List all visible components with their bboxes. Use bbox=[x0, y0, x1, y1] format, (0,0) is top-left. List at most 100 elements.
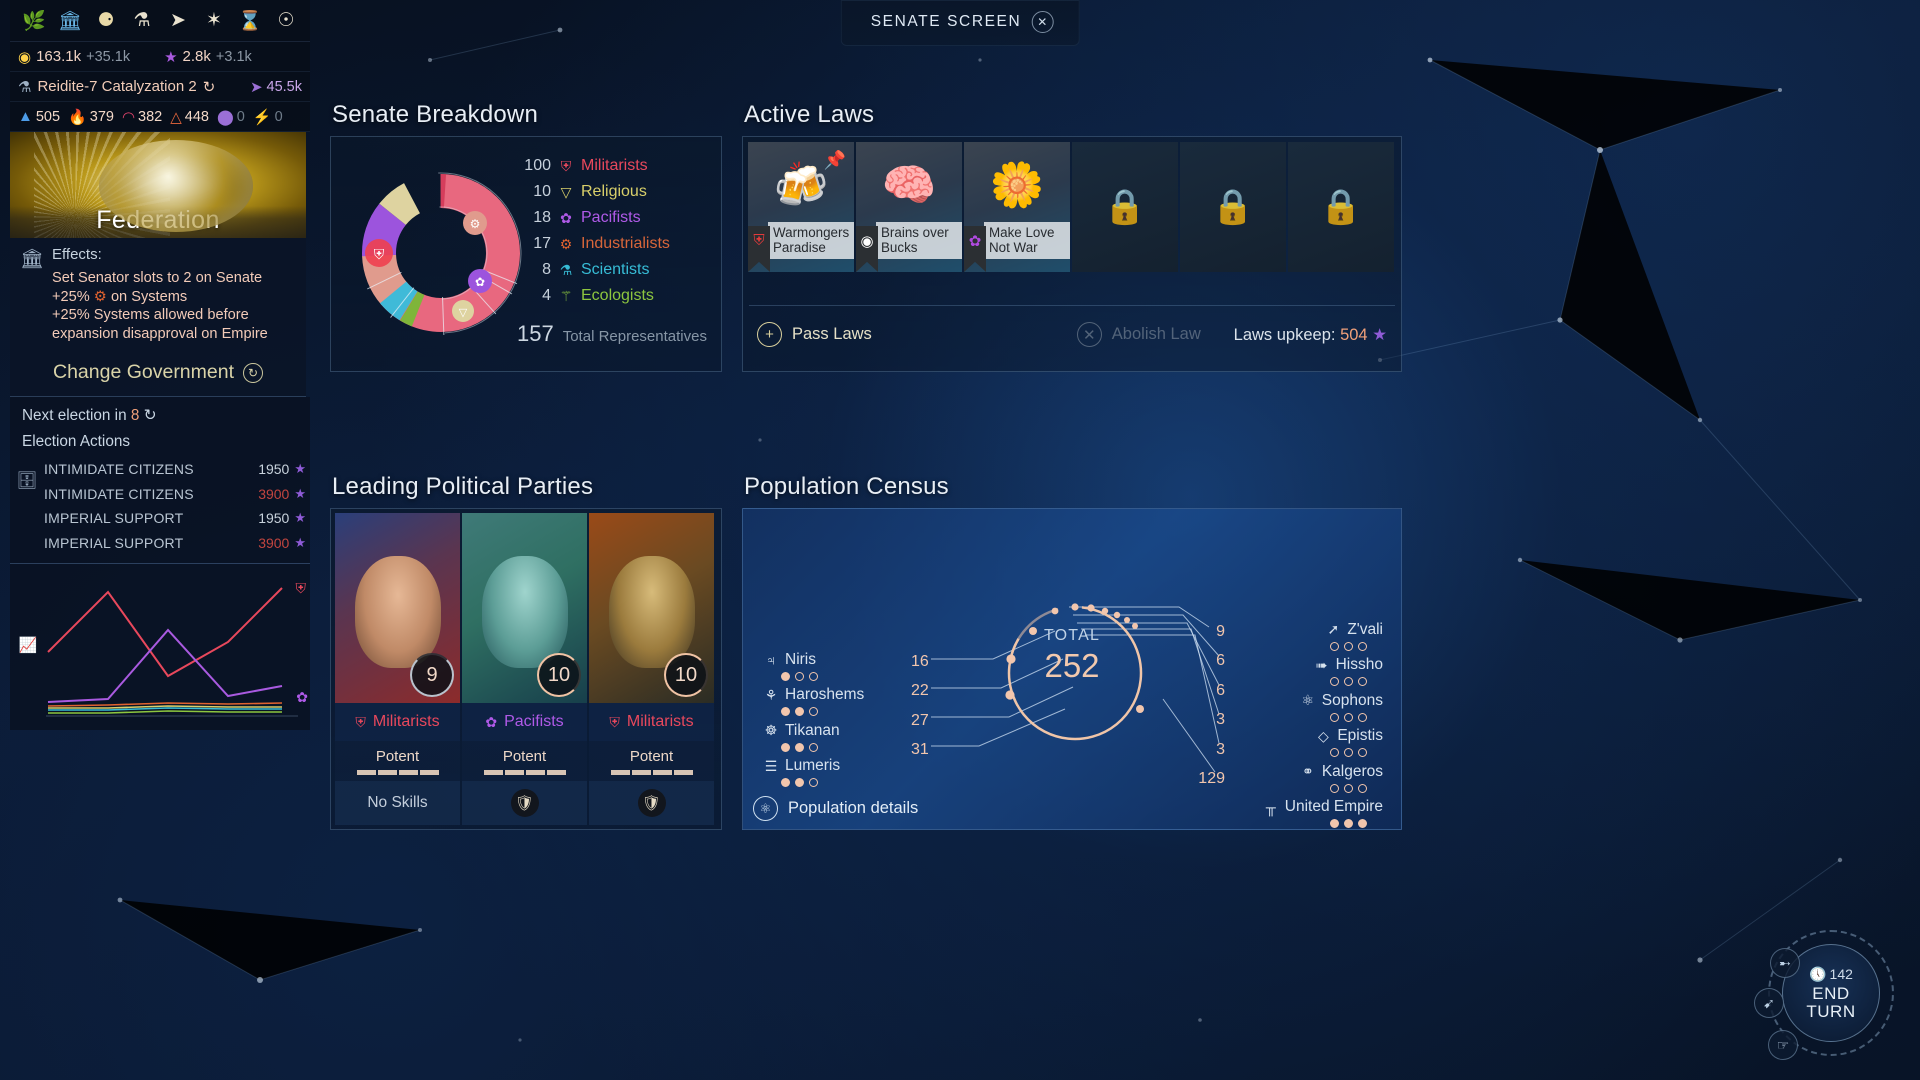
laurel-icon[interactable]: 🌿 bbox=[16, 0, 52, 42]
strategic-antimatter[interactable]: ⚡ 0 bbox=[253, 108, 288, 126]
antimatter-icon: ⚡ bbox=[252, 108, 272, 126]
close-icon: ✕ bbox=[1076, 322, 1102, 347]
legend-row-militarists[interactable]: 100 ⛨ Militarists bbox=[517, 153, 707, 179]
census-species-row[interactable]: ⚘ Haroshems bbox=[763, 681, 864, 716]
militarist-icon: ⛨ bbox=[355, 713, 366, 730]
party-card[interactable]: 9 ⛨ Militarists Potent No Skills bbox=[335, 513, 460, 825]
turn-counter: 🕔 142 bbox=[1809, 966, 1853, 983]
niris-icon: ♃ bbox=[765, 651, 777, 668]
law-name: Brains over Bucks bbox=[876, 222, 962, 259]
legend-row-pacifists[interactable]: 18 ✿ Pacifists bbox=[517, 205, 707, 231]
party-skill[interactable]: 🛡 bbox=[462, 781, 587, 825]
party-card[interactable]: 10 ✿ Pacifists Potent 🛡 bbox=[462, 513, 587, 825]
dust-icon: ◉ bbox=[18, 48, 32, 66]
species-name: Niris bbox=[785, 650, 816, 668]
legend-row-ecologists[interactable]: 4 ⚚ Ecologists bbox=[517, 283, 707, 309]
laws-upkeep: Laws upkeep: 504 ★ bbox=[1234, 325, 1387, 345]
hud-currency-row: ◉ 163.1k +35.1k ★ 2.8k +3.1k bbox=[10, 42, 310, 72]
law-card[interactable]: 🍻 📌 Warmongers Paradise ⛨ bbox=[748, 142, 854, 272]
close-icon[interactable]: ✕ bbox=[1031, 11, 1054, 33]
senate-total: 157 Total Representatives bbox=[517, 321, 707, 347]
change-government-button[interactable]: Change Government ↻ bbox=[10, 355, 306, 396]
election-actions-label: Election Actions bbox=[22, 433, 130, 450]
pass-laws-button[interactable]: + Pass Laws bbox=[757, 322, 872, 347]
notify-icon[interactable]: ➹ bbox=[1754, 988, 1784, 1018]
strategic-hyperium[interactable]: 🔥 379 bbox=[68, 108, 119, 126]
party-leader-portrait: 9 bbox=[335, 513, 460, 703]
census-species-row[interactable]: ➚ Z'vali bbox=[1263, 615, 1383, 651]
pin-icon[interactable]: 📌 bbox=[824, 150, 846, 171]
abolish-law-button[interactable]: ✕ Abolish Law bbox=[1076, 322, 1201, 347]
election-action-row[interactable]: INTIMIDATE CITIZENS 3900 ★ bbox=[44, 482, 306, 507]
pacifist-icon: ✿ bbox=[296, 689, 308, 705]
militarist-icon: ⛨ bbox=[560, 157, 572, 174]
eye-icon[interactable]: ☉ bbox=[268, 0, 304, 42]
science-flask-icon: ⚗ bbox=[18, 78, 32, 96]
antimatter-value: 0 bbox=[274, 108, 283, 125]
legend-row-scientists[interactable]: 8 ⚗ Scientists bbox=[517, 257, 707, 283]
dust-amount[interactable]: ◉ 163.1k +35.1k bbox=[18, 48, 130, 66]
strategic-titanium[interactable]: ▲ 505 bbox=[18, 108, 65, 125]
law-card-locked[interactable]: 🔒 bbox=[1288, 142, 1394, 272]
census-species-row[interactable]: ☰ Lumeris bbox=[763, 752, 864, 787]
strategic-orichalcix[interactable]: △ 448 bbox=[170, 108, 214, 126]
census-species-row[interactable]: ☸ Tikanan bbox=[763, 716, 864, 752]
census-species-row[interactable]: ╥ United Empire bbox=[1263, 793, 1383, 828]
legend-row-religious[interactable]: 10 ▽ Religious bbox=[517, 179, 707, 205]
effect-line-1: Set Senator slots to 2 on Senate bbox=[52, 270, 263, 286]
industry-icon: ⚙ bbox=[93, 288, 107, 305]
quest-sun-icon[interactable]: ✶ bbox=[196, 0, 232, 42]
legend-label: Religious bbox=[581, 183, 647, 200]
law-card-locked[interactable]: 🔒 bbox=[1180, 142, 1286, 272]
party-card[interactable]: 10 ⛨ Militarists Potent 🛡 bbox=[589, 513, 714, 825]
party-skill-label: No Skills bbox=[367, 794, 428, 811]
election-action-row[interactable]: INTIMIDATE CITIZENS 1950 ★ bbox=[44, 457, 306, 482]
law-card[interactable]: 🧠 Brains over Bucks ◉ bbox=[856, 142, 962, 272]
party-skill[interactable]: 🛡 bbox=[589, 781, 714, 825]
science-flask-icon[interactable]: ⚗ bbox=[124, 0, 160, 42]
senate-donut-svg: ⛨ ⚙ ✿ ▽ bbox=[360, 172, 522, 335]
census-species-row[interactable]: ◇ Epistis bbox=[1263, 722, 1383, 757]
census-species-row[interactable]: ♃ Niris bbox=[763, 645, 864, 681]
hud-research-row[interactable]: ⚗ Reidite-7 Catalyzation 2 ↻ ➤ 45.5k bbox=[10, 72, 310, 102]
census-species-row[interactable]: ⚭ Kalgeros bbox=[1263, 757, 1383, 793]
species-pips bbox=[1263, 641, 1383, 651]
senate-building-icon[interactable]: 🏛 bbox=[52, 0, 88, 42]
total-value: 252 bbox=[1044, 647, 1100, 685]
militarist-icon: ⛨ bbox=[295, 580, 307, 596]
party-trend-graph[interactable]: 📈 ⛨ ✿ bbox=[10, 564, 310, 730]
legend-row-industrialists[interactable]: 17 ⚙ Industrialists bbox=[517, 231, 707, 257]
census-species-row[interactable]: ⚛ Sophons bbox=[1263, 686, 1383, 722]
research-name: Reidite-7 Catalyzation 2 bbox=[37, 78, 197, 95]
party-name-row: ⛨ Militarists bbox=[335, 703, 460, 741]
legend-label: Ecologists bbox=[581, 287, 654, 304]
help-icon[interactable]: ➸ bbox=[1770, 948, 1800, 978]
sophons-icon: ⚛ bbox=[1301, 692, 1315, 709]
party-skill[interactable]: No Skills bbox=[335, 781, 460, 825]
law-cards-strip: 🍻 📌 Warmongers Paradise ⛨ 🧠 Brains over … bbox=[743, 137, 1401, 272]
law-card[interactable]: 🌼 Make Love Not War ✿ bbox=[964, 142, 1070, 272]
strategic-quadrinix[interactable]: ⬤ 0 bbox=[217, 108, 250, 126]
influence-amount[interactable]: ★ 2.8k +3.1k bbox=[164, 48, 252, 66]
coins-icon[interactable]: ⚈ bbox=[88, 0, 124, 42]
legend-label: Pacifists bbox=[581, 209, 641, 226]
total-label: Total Representatives bbox=[562, 328, 707, 345]
ship-icon[interactable]: ➤ bbox=[160, 0, 196, 42]
law-card-locked[interactable]: 🔒 bbox=[1072, 142, 1178, 272]
species-value: 6 bbox=[1216, 652, 1225, 670]
census-species-row[interactable]: ➠ Hissho bbox=[1263, 651, 1383, 686]
influence-icon: ★ bbox=[164, 48, 178, 66]
species-pips bbox=[1263, 677, 1383, 686]
population-details-button[interactable]: ⚛ Population details bbox=[753, 796, 918, 821]
strategic-adamantian[interactable]: ◠ 382 bbox=[122, 108, 167, 126]
left-hud: 🌿 🏛 ⚈ ⚗ ➤ ✶ ⌛ ☉ ◉ 163.1k +35.1k ★ 2.8k +… bbox=[10, 0, 310, 730]
election-action-row[interactable]: IMPERIAL SUPPORT 1950 ★ bbox=[44, 506, 306, 531]
party-potency: Potent bbox=[462, 741, 587, 781]
orichalcix-icon: △ bbox=[170, 108, 182, 126]
election-action-row[interactable]: IMPERIAL SUPPORT 3900 ★ bbox=[44, 531, 306, 556]
portrait-face bbox=[354, 555, 441, 668]
hourglass-icon[interactable]: ⌛ bbox=[232, 0, 268, 42]
end-turn-line2: TURN bbox=[1806, 1001, 1856, 1021]
cursor-icon[interactable]: ☞ bbox=[1768, 1030, 1798, 1060]
svg-text:⛨: ⛨ bbox=[374, 246, 385, 262]
